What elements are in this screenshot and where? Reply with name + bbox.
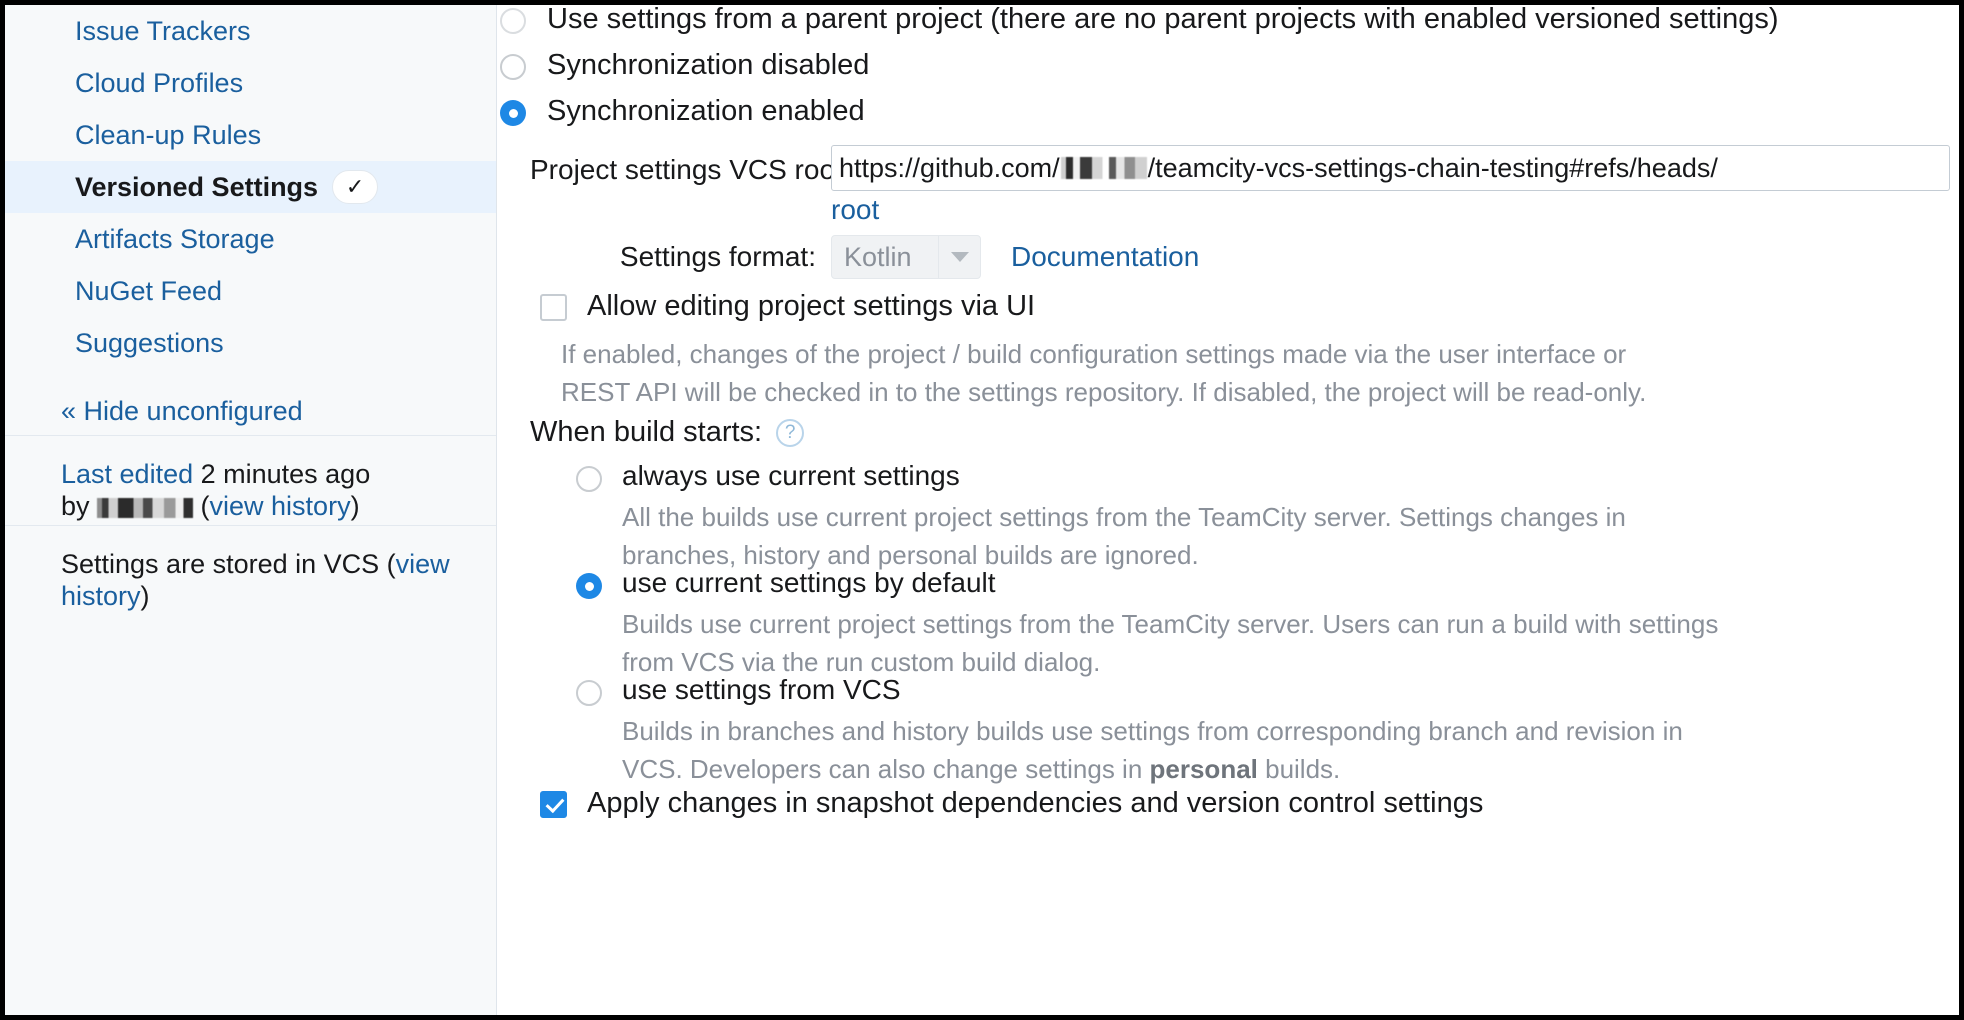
option-description: Builds in branches and history builds us… (622, 712, 1742, 788)
settings-format-value: Kotlin (844, 241, 912, 272)
allow-editing-ui-help-text: If enabled, changes of the project / bui… (561, 339, 1647, 407)
settings-format-row: Settings format: Kotlin Documentation (530, 235, 1199, 279)
check-icon: ✓ (332, 170, 379, 204)
radio-option-always-current-settings[interactable]: always use current settings All the buil… (576, 460, 1742, 574)
radio-icon-unselected[interactable] (500, 8, 526, 34)
documentation-link[interactable]: Documentation (1011, 241, 1199, 273)
radio-option-sync-enabled[interactable]: Synchronization enabled (500, 94, 865, 128)
desc-bold-personal: personal (1149, 754, 1258, 784)
sidebar-item-label: Issue Trackers (75, 16, 251, 46)
radio-option-parent-project[interactable]: Use settings from a parent project (ther… (500, 5, 1779, 36)
apply-changes-label: Apply changes in snapshot dependencies a… (587, 787, 1484, 819)
option-description: All the builds use current project setti… (622, 502, 1626, 570)
checkbox-icon-unchecked[interactable] (540, 294, 567, 321)
chevron-down-icon[interactable] (938, 236, 980, 278)
radio-icon-unselected[interactable] (576, 680, 602, 706)
vcs-root-label: Project settings VCS root: (530, 154, 851, 185)
sidebar-item-label: Cloud Profiles (75, 68, 244, 98)
stored-paren-close: ) (140, 580, 150, 611)
desc-part2: builds. (1257, 754, 1341, 784)
vcs-root-input[interactable]: https://github.com/ /teamcity-vcs-setting… (831, 145, 1950, 191)
settings-sidebar: Issue Trackers Cloud Profiles Clean-up R… (5, 5, 497, 1015)
allow-editing-ui-label: Allow editing project settings via UI (587, 290, 1036, 322)
paren-open: ( (193, 490, 210, 521)
sidebar-item-label: Artifacts Storage (75, 224, 275, 254)
versioned-settings-form: Use settings from a parent project (ther… (498, 5, 1959, 1015)
sidebar-item-clean-up-rules[interactable]: Clean-up Rules (5, 109, 496, 161)
radio-label: use settings from VCS (622, 674, 901, 705)
sidebar-divider-1 (5, 435, 496, 436)
last-edited-by-prefix: by (61, 490, 98, 521)
radio-icon-selected[interactable] (500, 100, 526, 126)
sidebar-item-issue-trackers[interactable]: Issue Trackers (5, 5, 496, 57)
radio-label: Synchronization enabled (547, 95, 865, 127)
sidebar-item-suggestions[interactable]: Suggestions (5, 317, 496, 369)
last-edited-link[interactable]: Last edited (61, 459, 193, 489)
sidebar-item-label: Versioned Settings (75, 172, 319, 202)
sidebar-item-cloud-profiles[interactable]: Cloud Profiles (5, 57, 496, 109)
vcs-url-suffix: /teamcity-vcs-settings-chain-testing#ref… (1147, 152, 1718, 183)
redacted-author (97, 497, 194, 518)
sidebar-item-label: NuGet Feed (75, 276, 223, 306)
sidebar-item-label: Clean-up Rules (75, 120, 262, 150)
radio-label: Use settings from a parent project (ther… (547, 5, 1779, 35)
help-icon[interactable]: ? (776, 418, 805, 447)
radio-label: always use current settings (622, 460, 960, 491)
vcs-url-prefix: https://github.com/ (839, 152, 1060, 183)
sidebar-item-artifacts-storage[interactable]: Artifacts Storage (5, 213, 496, 265)
radio-icon-unselected[interactable] (500, 54, 526, 80)
radio-label: Synchronization disabled (547, 49, 870, 81)
settings-format-select[interactable]: Kotlin (831, 235, 981, 279)
sidebar-item-label: Suggestions (75, 328, 224, 358)
allow-editing-ui-checkbox-row[interactable]: Allow editing project settings via UI (540, 289, 1035, 323)
sidebar-item-versioned-settings[interactable]: Versioned Settings ✓ (5, 161, 496, 213)
vcs-root-sub-link[interactable]: root (831, 194, 879, 226)
sidebar-nav-list: Issue Trackers Cloud Profiles Clean-up R… (5, 5, 496, 437)
radio-icon-unselected[interactable] (576, 466, 602, 492)
apply-changes-checkbox-row[interactable]: Apply changes in snapshot dependencies a… (540, 786, 1483, 820)
radio-option-current-settings-default[interactable]: use current settings by default Builds u… (576, 567, 1742, 681)
radio-option-settings-from-vcs[interactable]: use settings from VCS Builds in branches… (576, 674, 1742, 788)
sidebar-divider-2 (5, 525, 496, 526)
view-history-link[interactable]: view history (210, 491, 351, 521)
hide-unconfigured-link[interactable]: « Hide unconfigured (5, 385, 496, 437)
paren-close: ) (350, 490, 360, 521)
redacted-org (1060, 157, 1147, 179)
last-edited-time: 2 minutes ago (193, 459, 371, 489)
radio-option-sync-disabled[interactable]: Synchronization disabled (500, 48, 869, 82)
settings-stored-block: Settings are stored in VCS (view history… (5, 527, 496, 633)
checkbox-icon-checked[interactable] (540, 791, 567, 818)
settings-format-label: Settings format: (619, 241, 816, 272)
radio-icon-selected[interactable] (576, 573, 602, 599)
vcs-root-row: Project settings VCS root: https://githu… (530, 145, 1950, 191)
sidebar-item-nuget-feed[interactable]: NuGet Feed (5, 265, 496, 317)
app-window: Issue Trackers Cloud Profiles Clean-up R… (0, 0, 1964, 1020)
when-build-starts-header: When build starts: ? (530, 416, 805, 449)
when-build-starts-title: When build starts: (530, 416, 763, 448)
option-description: Builds use current project settings from… (622, 609, 1719, 677)
radio-label: use current settings by default (622, 567, 996, 598)
stored-in-vcs-text: Settings are stored in VCS ( (61, 549, 396, 579)
